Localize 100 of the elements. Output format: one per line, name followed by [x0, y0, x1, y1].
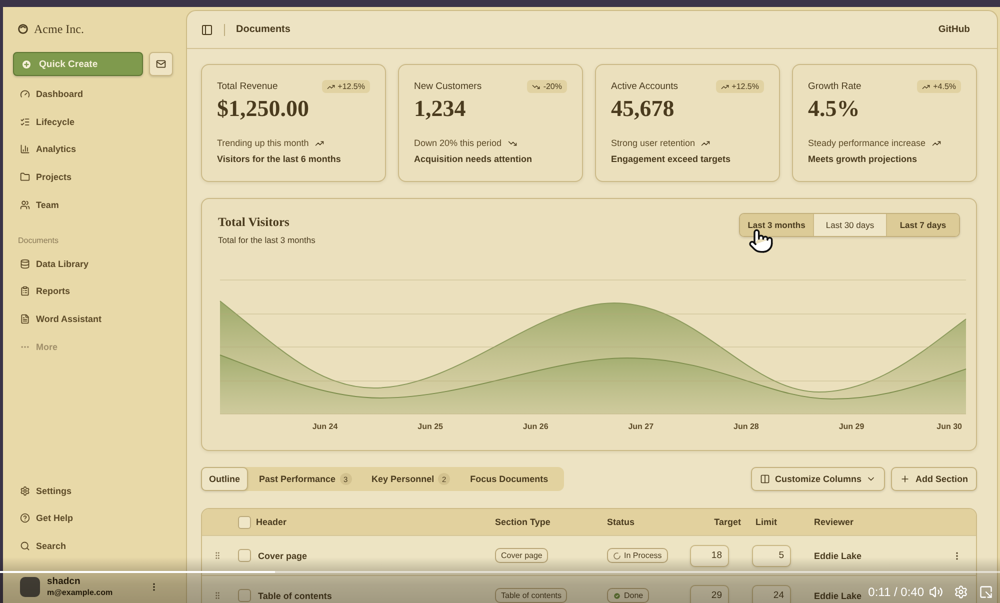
circle-logo-icon: [18, 24, 28, 34]
limit-input[interactable]: 5: [752, 544, 791, 566]
card-footnote: Meets growth projections: [808, 153, 918, 165]
drag-handle-icon[interactable]: [212, 551, 222, 560]
sidebar-toggle-icon[interactable]: [201, 24, 213, 36]
column-header: Section Type: [495, 517, 550, 527]
nav-item[interactable]: Search: [13, 532, 175, 560]
trend-note: Strong user retention: [611, 138, 696, 148]
axis-label: Jun 28: [734, 422, 759, 431]
trending-up-icon: [932, 138, 941, 148]
avatar-placeholder: [20, 577, 40, 597]
section-label: Documents: [17, 236, 58, 247]
axis-label: Jun 25: [418, 422, 443, 431]
clipboard-icon: [20, 286, 30, 296]
axis-label: Jun 27: [628, 422, 654, 431]
document-icon: [20, 314, 30, 324]
plus-icon: [900, 474, 910, 484]
change-value: -20%: [543, 82, 562, 91]
loader-icon: [613, 552, 621, 560]
axis-label: Jun 29: [838, 422, 864, 431]
nav-item[interactable]: Lifecycle: [13, 108, 175, 136]
trending-down-icon: [508, 138, 517, 148]
nav-item[interactable]: Reports: [13, 278, 175, 306]
checklist-icon: [20, 116, 30, 127]
add-section-button[interactable]: Add Section: [891, 467, 977, 491]
volume-icon[interactable]: [929, 585, 943, 599]
database-icon: [20, 258, 30, 269]
search-icon: [20, 541, 30, 552]
axis-label: Jun 24: [312, 422, 338, 431]
section-tab[interactable]: Focus Documents: [461, 467, 558, 491]
nav-item[interactable]: Projects: [13, 163, 175, 191]
help-icon: [20, 513, 30, 524]
nav-item[interactable]: Team: [13, 191, 175, 219]
table-cell: Eddie Lake: [814, 550, 862, 560]
trending-up-icon: [922, 82, 930, 90]
card-footnote: Engagement exceed targets: [611, 153, 731, 165]
table-cell: Eddie Lake: [814, 590, 862, 600]
stat-value: 1,234: [414, 96, 466, 122]
range-toggle[interactable]: Last 30 days: [813, 214, 886, 236]
card-footnote: Visitors for the last 6 months: [217, 153, 341, 165]
section-type-tag: Cover page: [495, 548, 548, 563]
box-arrow-icon[interactable]: [979, 585, 993, 599]
settings-icon: [20, 486, 30, 496]
check-circle-icon: [613, 592, 621, 600]
mail-icon: [156, 59, 166, 69]
settings-icon[interactable]: [954, 585, 968, 599]
limit-input[interactable]: 24: [752, 584, 791, 603]
trending-up-icon: [720, 82, 729, 90]
change-value: +4.5%: [933, 82, 956, 91]
trend-note: Down 20% this period: [414, 138, 502, 148]
target-input[interactable]: 29: [690, 584, 729, 603]
column-header: Limit: [756, 517, 777, 527]
card-footnote: Acquisition needs attention: [414, 153, 532, 165]
card-title: Active Accounts: [611, 81, 678, 92]
status-text: Done: [624, 591, 644, 600]
checkbox[interactable]: [238, 516, 250, 528]
brand-name: Acme Inc.: [34, 22, 84, 36]
stat-value: 4.5%: [808, 96, 860, 122]
nav-item[interactable]: Word Assistant: [13, 305, 175, 333]
customize-columns-button[interactable]: Customize Columns: [750, 467, 886, 491]
github-link[interactable]: GitHub: [938, 24, 970, 35]
card-title: Growth Rate: [808, 81, 862, 92]
card-title: New Customers: [414, 81, 482, 92]
nav-item[interactable]: Analytics: [13, 136, 175, 164]
axis-label: Jun 30: [936, 422, 962, 431]
chart-subtitle: Total for the last 3 months: [218, 234, 316, 246]
column-header: Reviewer: [814, 517, 854, 527]
change-value: +12.5%: [338, 82, 365, 91]
playback-time: 0:11 / 0:40: [868, 585, 924, 599]
nav-item[interactable]: Get Help: [13, 504, 175, 532]
stat-value: 45,678: [611, 96, 674, 122]
column-header: Target: [714, 517, 741, 527]
change-value: +12.5%: [732, 82, 759, 91]
range-toggle[interactable]: Last 3 months: [740, 214, 813, 236]
user-email: m@example.com: [47, 588, 113, 598]
folder-icon: [20, 172, 30, 182]
column-header: Status: [607, 517, 635, 527]
checkbox[interactable]: [238, 589, 250, 602]
range-toggle[interactable]: Last 7 days: [886, 214, 959, 236]
table-cell: Table of contents: [258, 590, 332, 600]
mail-button[interactable]: [149, 52, 173, 76]
nav-item[interactable]: Dashboard: [13, 80, 175, 108]
status-text: In Process: [624, 551, 662, 560]
axis-label: Jun 26: [522, 422, 548, 431]
target-input[interactable]: 18: [690, 544, 729, 566]
checkbox[interactable]: [238, 549, 250, 562]
trending-down-icon: [532, 82, 540, 90]
trending-up-icon: [314, 138, 324, 148]
nav-item[interactable]: Settings: [13, 476, 175, 504]
drag-handle-icon[interactable]: [212, 591, 222, 600]
stat-value: $1,250.00: [217, 96, 309, 122]
nav-item[interactable]: Data Library: [13, 250, 175, 278]
users-icon: [20, 200, 30, 210]
table-cell: Cover page: [258, 550, 308, 560]
gauge-icon: [20, 88, 30, 99]
pointer-cursor-icon: [748, 228, 774, 254]
trending-up-icon: [326, 82, 335, 90]
columns-icon: [760, 474, 770, 484]
trend-note: Steady performance increase: [808, 138, 926, 148]
section-tab[interactable]: Outline: [201, 467, 248, 491]
